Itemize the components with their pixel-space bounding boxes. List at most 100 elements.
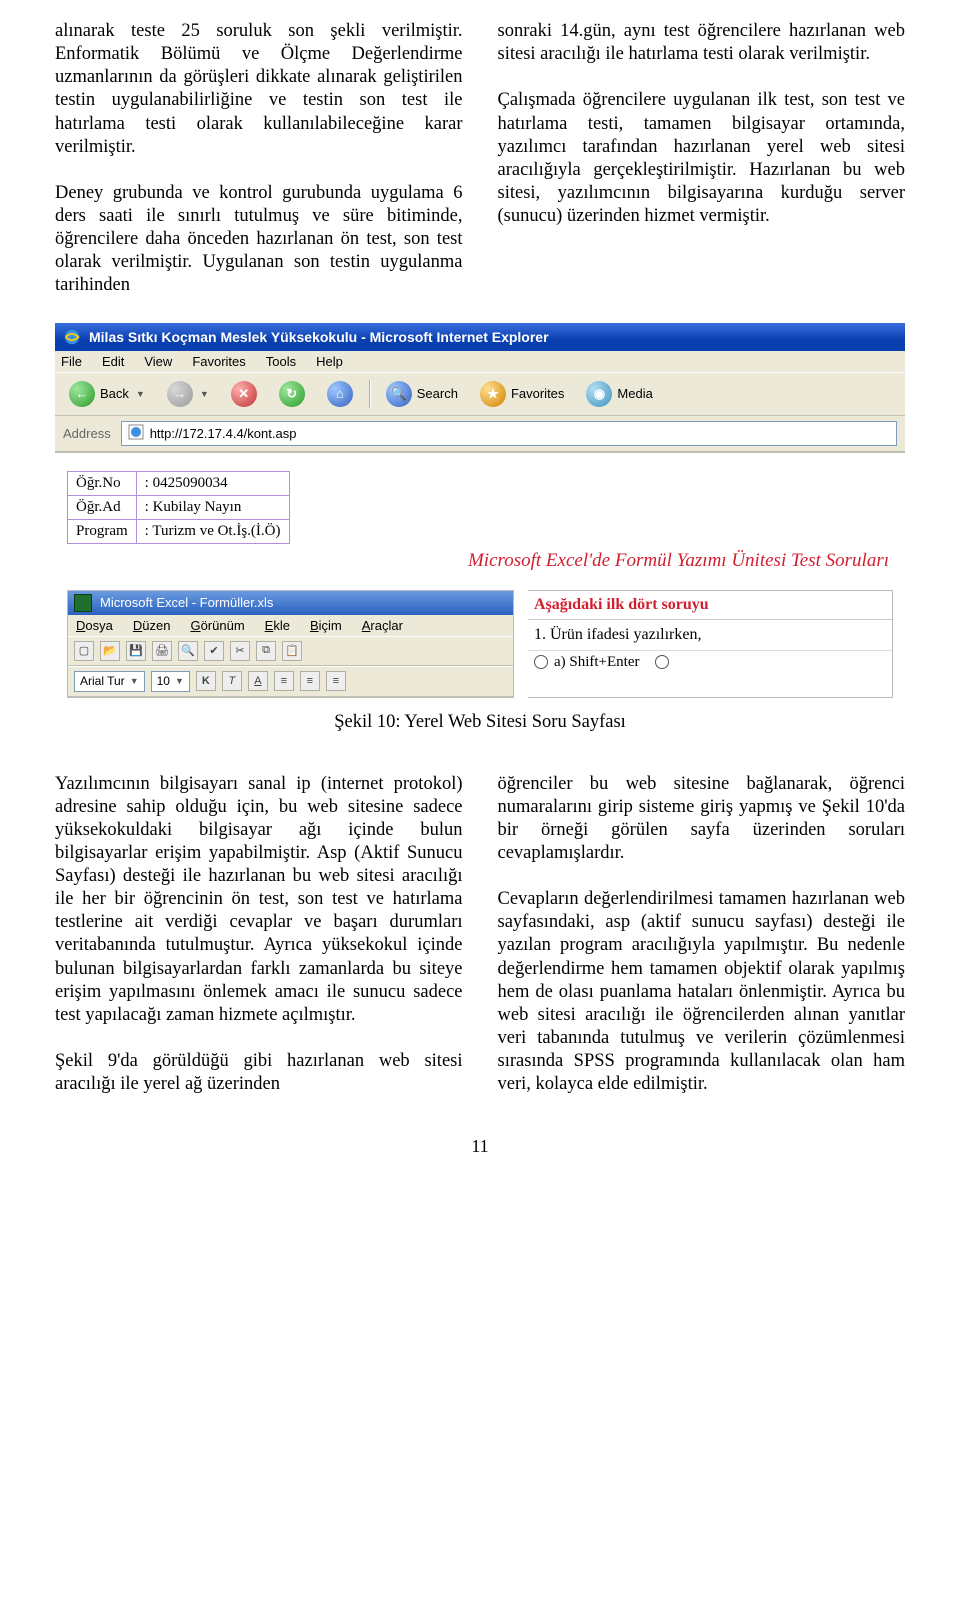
font-name: Arial Tur — [80, 674, 125, 688]
paste-icon[interactable]: 📋 — [282, 641, 302, 661]
ie-page-icon — [128, 424, 144, 443]
info-row-no: Öğr.No : 0425090034 — [68, 471, 290, 495]
browser-menubar: File Edit View Favorites Tools Help — [55, 351, 905, 372]
search-label: Search — [417, 386, 458, 401]
back-button[interactable]: ← Back ▼ — [63, 379, 151, 409]
font-dropdown-icon: ▼ — [130, 676, 139, 686]
bottom-left-p2: Şekil 9'da görüldüğü gibi hazırlanan web… — [55, 1051, 463, 1094]
excel-menu-bicim[interactable]: Biçim — [310, 618, 342, 633]
font-size: 10 — [157, 674, 170, 688]
save-icon[interactable]: 💾 — [126, 641, 146, 661]
info-row-program: Program : Turizm ve Ot.İş.(İ.Ö) — [68, 519, 290, 543]
browser-toolbar: ← Back ▼ → ▼ ✕ ↻ ⌂ 🔍 — [55, 372, 905, 416]
ad-value: : Kubilay Nayın — [136, 495, 289, 519]
refresh-icon: ↻ — [279, 381, 305, 407]
size-selector[interactable]: 10 ▼ — [151, 671, 190, 692]
info-row-ad: Öğr.Ad : Kubilay Nayın — [68, 495, 290, 519]
back-dropdown-icon: ▼ — [136, 389, 145, 399]
radio-icon — [655, 655, 669, 669]
address-field[interactable]: http://172.17.4.4/kont.asp — [121, 421, 897, 446]
no-label: Öğr.No — [68, 471, 137, 495]
question-1-text: 1. Ürün ifadesi yazılırken, — [528, 620, 892, 651]
address-url: http://172.17.4.4/kont.asp — [150, 426, 297, 441]
page-number: 11 — [55, 1136, 905, 1157]
student-info-table: Öğr.No : 0425090034 Öğr.Ad : Kubilay Nay… — [67, 471, 290, 544]
media-button[interactable]: ◉ Media — [580, 379, 658, 409]
align-left-icon[interactable]: ≡ — [274, 671, 294, 691]
excel-screenshot: Microsoft Excel - Formüller.xls Dosya Dü… — [67, 590, 514, 698]
align-right-icon[interactable]: ≡ — [326, 671, 346, 691]
top-right-p1: sonraki 14.gün, aynı test öğrencilere ha… — [498, 21, 906, 64]
print-icon[interactable]: 🖨 — [152, 641, 172, 661]
menu-file[interactable]: File — [61, 354, 82, 369]
media-icon: ◉ — [586, 381, 612, 407]
prog-value: : Turizm ve Ot.İş.(İ.Ö) — [136, 519, 289, 543]
top-columns: alınarak teste 25 soruluk son şekli veri… — [55, 20, 905, 298]
figure-caption: Şekil 10: Yerel Web Sitesi Soru Sayfası — [55, 712, 905, 733]
menu-tools[interactable]: Tools — [266, 354, 296, 369]
question-row: Microsoft Excel - Formüller.xls Dosya Dü… — [67, 590, 893, 698]
bottom-left-col: Yazılımcının bilgisayarı sanal ip (inter… — [55, 773, 463, 1097]
home-button[interactable]: ⌂ — [321, 379, 359, 409]
excel-menu-ekle[interactable]: Ekle — [265, 618, 290, 633]
open-icon[interactable]: 📂 — [100, 641, 120, 661]
option-a-label: a) Shift+Enter — [554, 654, 640, 671]
webpage-content: Öğr.No : 0425090034 Öğr.Ad : Kubilay Nay… — [55, 452, 905, 702]
excel-toolbar-1: ▢ 📂 💾 🖨 🔍 ✔ ✂ ⧉ 📋 — [68, 636, 513, 666]
question-1-option-partial[interactable] — [649, 651, 685, 674]
search-button[interactable]: 🔍 Search — [380, 379, 464, 409]
search-icon: 🔍 — [386, 381, 412, 407]
toolbar-separator-1 — [369, 380, 370, 408]
browser-screenshot: Milas Sıtkı Koçman Meslek Yüksekokulu - … — [55, 323, 905, 702]
test-title: Microsoft Excel'de Formül Yazımı Ünitesi… — [67, 544, 893, 590]
stop-button[interactable]: ✕ — [225, 379, 263, 409]
underline-icon[interactable]: A — [248, 671, 268, 691]
excel-icon — [74, 594, 92, 612]
top-left-col: alınarak teste 25 soruluk son şekli veri… — [55, 20, 463, 298]
bold-icon[interactable]: K — [196, 671, 216, 691]
address-label: Address — [63, 426, 111, 441]
excel-title-text: Microsoft Excel - Formüller.xls — [100, 595, 273, 610]
top-left-p2: Deney grubunda ve kontrol gurubunda uygu… — [55, 183, 463, 296]
menu-favorites[interactable]: Favorites — [192, 354, 245, 369]
menu-view[interactable]: View — [144, 354, 172, 369]
menu-edit[interactable]: Edit — [102, 354, 124, 369]
top-left-p1: alınarak teste 25 soruluk son şekli veri… — [55, 21, 463, 157]
bottom-columns: Yazılımcının bilgisayarı sanal ip (inter… — [55, 773, 905, 1097]
address-bar: Address http://172.17.4.4/kont.asp — [55, 416, 905, 452]
browser-titlebar: Milas Sıtkı Koçman Meslek Yüksekokulu - … — [55, 323, 905, 351]
excel-menu-duzen[interactable]: Düzen — [133, 618, 171, 633]
copy-icon[interactable]: ⧉ — [256, 641, 276, 661]
size-dropdown-icon: ▼ — [175, 676, 184, 686]
cut-icon[interactable]: ✂ — [230, 641, 250, 661]
question-panel: Aşağıdaki ilk dört soruyu 1. Ürün ifades… — [528, 590, 893, 698]
top-right-col: sonraki 14.gün, aynı test öğrencilere ha… — [498, 20, 906, 298]
menu-help[interactable]: Help — [316, 354, 343, 369]
ie-icon — [63, 328, 81, 346]
excel-menu-dosya[interactable]: Dosya — [76, 618, 113, 633]
bottom-right-p1: öğrenciler bu web sitesine bağlanarak, ö… — [498, 774, 906, 863]
new-icon[interactable]: ▢ — [74, 641, 94, 661]
excel-menu-gorunum[interactable]: Görünüm — [190, 618, 244, 633]
top-right-p2: Çalışmada öğrencilere uygulanan ilk test… — [498, 90, 906, 226]
align-center-icon[interactable]: ≡ — [300, 671, 320, 691]
preview-icon[interactable]: 🔍 — [178, 641, 198, 661]
radio-icon — [534, 655, 548, 669]
refresh-button[interactable]: ↻ — [273, 379, 311, 409]
browser-title-text: Milas Sıtkı Koçman Meslek Yüksekokulu - … — [89, 329, 549, 345]
italic-icon[interactable]: T — [222, 671, 242, 691]
excel-menubar: Dosya Düzen Görünüm Ekle Biçim Araçlar — [68, 615, 513, 636]
stop-icon: ✕ — [231, 381, 257, 407]
option-partial-label — [675, 654, 679, 671]
spell-icon[interactable]: ✔ — [204, 641, 224, 661]
question-heading: Aşağıdaki ilk dört soruyu — [528, 591, 892, 620]
ad-label: Öğr.Ad — [68, 495, 137, 519]
star-icon: ★ — [480, 381, 506, 407]
favorites-button[interactable]: ★ Favorites — [474, 379, 570, 409]
excel-menu-araclar[interactable]: Araçlar — [362, 618, 403, 633]
browser-window: Milas Sıtkı Koçman Meslek Yüksekokulu - … — [55, 323, 905, 702]
font-selector[interactable]: Arial Tur ▼ — [74, 671, 145, 692]
forward-button[interactable]: → ▼ — [161, 379, 215, 409]
question-1-option-a[interactable]: a) Shift+Enter — [528, 651, 646, 674]
prog-label: Program — [68, 519, 137, 543]
